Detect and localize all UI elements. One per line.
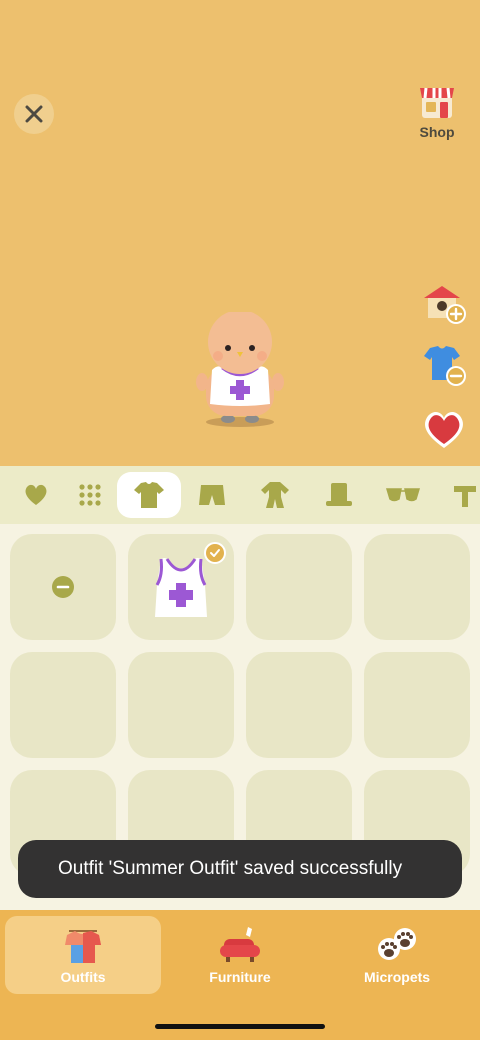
- shirt-icon: [134, 482, 164, 508]
- tab-pants[interactable]: [189, 472, 235, 518]
- nav-furniture-label: Furniture: [209, 969, 271, 985]
- tab-glasses[interactable]: [380, 472, 426, 518]
- tab-all[interactable]: [67, 472, 113, 518]
- shop-button[interactable]: Shop: [412, 82, 462, 144]
- tab-favorites[interactable]: [13, 472, 59, 518]
- avatar-character[interactable]: [190, 310, 290, 432]
- onesie-icon: [261, 482, 289, 508]
- empty-slot[interactable]: [246, 652, 352, 758]
- tab-shirts[interactable]: [117, 472, 181, 518]
- tab-scarves[interactable]: [442, 472, 480, 518]
- toast-message: Outfit 'Summer Outfit' saved successfull…: [58, 858, 403, 879]
- empty-slot[interactable]: [10, 652, 116, 758]
- home-indicator[interactable]: [155, 1024, 325, 1029]
- empty-slot[interactable]: [364, 652, 470, 758]
- selected-check-icon: [204, 542, 226, 564]
- nav-micropets-label: Micropets: [363, 969, 431, 985]
- heart-icon: [425, 411, 463, 448]
- sofa-icon: [220, 927, 260, 962]
- shop-label: Shop: [419, 124, 455, 140]
- item-slot-tank-top[interactable]: [128, 534, 234, 640]
- close-icon: [25, 105, 43, 123]
- grid-dots-icon: [79, 484, 101, 506]
- nav-outfits[interactable]: Outfits: [5, 916, 161, 994]
- add-home-button[interactable]: [420, 282, 468, 328]
- paw-icon: [378, 928, 416, 960]
- shop-icon: [420, 87, 454, 118]
- sunglasses-icon: [386, 488, 420, 502]
- close-button[interactable]: [14, 94, 54, 134]
- tank-top-icon: [155, 558, 207, 617]
- scarf-icon: [454, 486, 476, 507]
- favorite-button[interactable]: [420, 406, 468, 452]
- empty-slot[interactable]: [246, 534, 352, 640]
- avatar-scene: Shop: [0, 0, 480, 466]
- tab-suits[interactable]: [252, 472, 298, 518]
- minus-circle-icon: [52, 576, 74, 598]
- save-toast: Outfit 'Summer Outfit' saved successfull…: [18, 840, 462, 898]
- remove-outfit-icon: [424, 346, 466, 386]
- top-hat-icon: [326, 483, 352, 506]
- remove-item-slot[interactable]: [10, 534, 116, 640]
- heart-icon: [25, 484, 47, 505]
- bottom-nav: Outfits Furniture Micropets: [0, 910, 480, 1040]
- nav-furniture[interactable]: Furniture: [162, 916, 318, 994]
- shorts-icon: [199, 485, 225, 505]
- add-home-icon: [424, 286, 466, 324]
- remove-outfit-button[interactable]: [420, 342, 468, 388]
- category-bar: [0, 466, 480, 524]
- nav-outfits-label: Outfits: [60, 969, 106, 985]
- avatar-icon: [196, 310, 284, 427]
- outfits-icon: [65, 930, 101, 963]
- tab-hats[interactable]: [316, 472, 362, 518]
- nav-micropets[interactable]: Micropets: [319, 916, 475, 994]
- empty-slot[interactable]: [128, 652, 234, 758]
- empty-slot[interactable]: [364, 534, 470, 640]
